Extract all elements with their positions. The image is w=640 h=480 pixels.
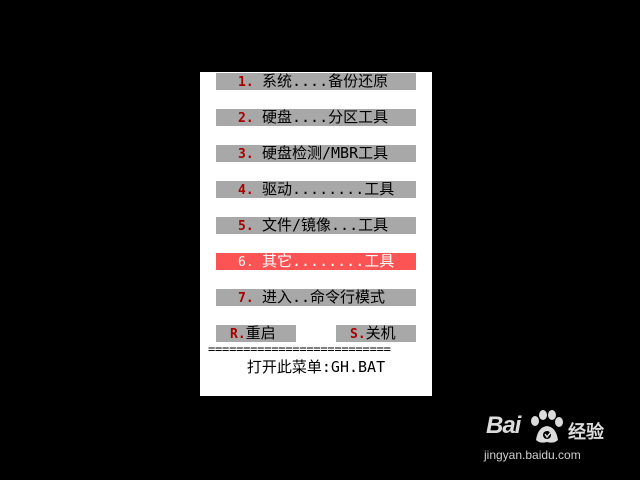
shutdown-hotkey: S. xyxy=(350,327,366,342)
reboot-hotkey: R. xyxy=(230,327,246,342)
menu-item-backup-restore[interactable]: 1. 系统....备份还原 xyxy=(216,73,416,90)
menu-item-driver-tools[interactable]: 4. 驱动........工具 xyxy=(216,181,416,198)
menu-item-command-line[interactable]: 7. 进入..命令行模式 xyxy=(216,289,416,306)
boot-menu-panel: 1. 系统....备份还原 2. 硬盘....分区工具 3. 硬盘检测/MBR工具 4… xyxy=(200,72,432,396)
menu-item-hotkey: 2. xyxy=(238,111,254,126)
menu-item-other-tools[interactable]: 6. 其它........工具 xyxy=(216,253,416,270)
menu-item-disk-check-mbr[interactable]: 3. 硬盘检测/MBR工具 xyxy=(216,145,416,162)
menu-item-hotkey: 3. xyxy=(238,147,254,162)
reboot-button[interactable]: R.重启 xyxy=(216,325,296,342)
menu-item-partition-tools[interactable]: 2. 硬盘....分区工具 xyxy=(216,109,416,126)
shutdown-button[interactable]: S.关机 xyxy=(336,325,416,342)
menu-item-label: 进入..命令行模式 xyxy=(262,289,386,306)
menu-item-hotkey: 1. xyxy=(238,75,254,90)
menu-item-file-image-tools[interactable]: 5. 文件/镜像...工具 xyxy=(216,217,416,234)
watermark-url: jingyan.baidu.com xyxy=(484,448,581,462)
menu-item-label: 驱动........工具 xyxy=(262,181,395,198)
menu-item-label: 文件/镜像...工具 xyxy=(262,217,389,234)
menu-separator: ========================== xyxy=(208,342,391,356)
menu-item-label: 硬盘检测/MBR工具 xyxy=(262,145,389,162)
menu-item-hotkey: 7. xyxy=(238,291,254,306)
shutdown-label: 关机 xyxy=(365,325,396,342)
menu-item-label: 系统....备份还原 xyxy=(262,73,389,90)
footer-hint: 打开此菜单:GH.BAT xyxy=(246,358,386,376)
paw-icon xyxy=(531,410,563,443)
menu-item-hotkey: 5. xyxy=(238,219,254,234)
menu-item-label: 其它........工具 xyxy=(262,253,395,270)
reboot-label: 重启 xyxy=(245,325,276,342)
baidu-jingyan-watermark: Bai 经验 jingyan.baidu.com xyxy=(484,410,606,466)
watermark-logo-row: Bai 经验 xyxy=(486,410,606,446)
menu-item-hotkey: 4. xyxy=(238,183,254,198)
watermark-brand: 经验 xyxy=(568,422,604,442)
watermark-logo-text: Bai xyxy=(486,412,521,439)
menu-item-label: 硬盘....分区工具 xyxy=(262,109,389,126)
menu-item-hotkey: 6. xyxy=(238,255,254,270)
